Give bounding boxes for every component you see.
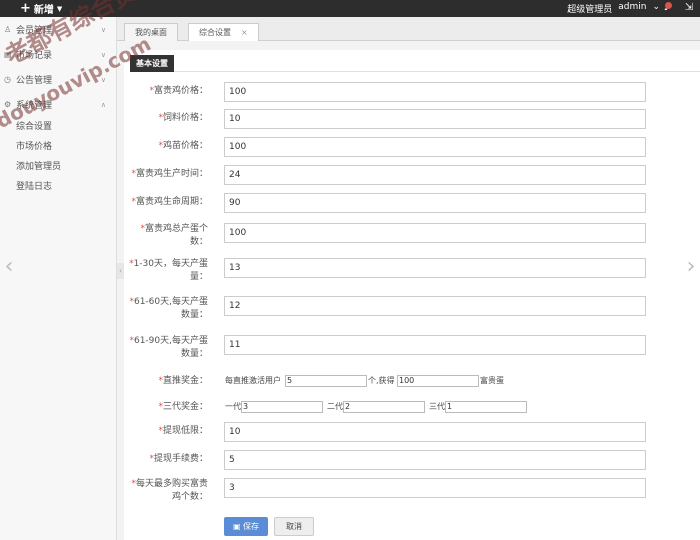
field-label: *每天最多购买富贵鸡个数： <box>131 479 208 502</box>
notification-badge <box>665 2 672 9</box>
tab-label: 综合设置 <box>199 28 231 37</box>
direct-users-input[interactable]: 5 <box>285 375 367 387</box>
chevron-up-icon: ∧ <box>100 100 106 109</box>
exit-icon[interactable]: ⇲ <box>682 2 696 14</box>
field-label: *61-60天,每天产蛋数量： <box>129 297 208 320</box>
plus-icon: + <box>20 1 31 16</box>
direct-bonus-suffix: 富贵蛋 <box>480 376 504 385</box>
submenu-add-admin[interactable]: 添加管理员 <box>0 157 116 177</box>
field-label: *富贵鸡总产蛋个数： <box>140 224 208 247</box>
chevron-down-icon: ∨ <box>100 25 106 34</box>
field-label: *61-90天,每天产蛋数量： <box>129 336 208 359</box>
section-header: 基本设置 <box>130 55 700 72</box>
field-label: *提现低限： <box>158 426 208 436</box>
user-name: admin <box>618 2 647 12</box>
submenu-market-price[interactable]: 市场价格 <box>0 137 116 157</box>
tab-general-settings[interactable]: 综合设置 × <box>188 23 259 41</box>
gen2-label: 二代 <box>327 402 343 411</box>
daily-max-input[interactable]: 3 <box>224 478 646 498</box>
save-button[interactable]: ▣ 保存 <box>224 517 268 536</box>
user-menu[interactable]: 超级管理员 admin ⌄ <box>567 2 660 15</box>
direct-bonus-middle: 个,获得 <box>368 376 395 385</box>
eggs-1-30-input[interactable]: 13 <box>224 258 646 278</box>
eggs-61-90-input[interactable]: 11 <box>224 335 646 355</box>
user-role: 超级管理员 <box>567 5 613 15</box>
bell-icon[interactable]: ♪ <box>660 2 674 14</box>
lifecycle-input[interactable]: 90 <box>224 193 646 213</box>
field-label: *1-30天，每天产蛋量： <box>129 259 208 282</box>
next-arrow-icon[interactable]: › <box>684 255 698 279</box>
field-label: *富贵鸡生产时间： <box>131 169 208 179</box>
gen3-label: 三代 <box>429 402 445 411</box>
save-icon: ▣ <box>232 522 244 531</box>
main-content: 基本设置 *富贵鸡价格： 100 *饲料价格： 10 *鸡苗价格： 100 *富… <box>124 50 700 540</box>
gen2-input[interactable]: 2 <box>343 401 425 413</box>
tab-bar: 我的桌面 综合设置 × <box>117 17 700 41</box>
chevron-down-icon: ⌄ <box>652 2 660 12</box>
feed-price-input[interactable]: 10 <box>224 109 646 129</box>
chick-price-input[interactable]: 100 <box>224 137 646 157</box>
field-label: *鸡苗价格： <box>158 141 208 151</box>
submenu-login-log[interactable]: 登陆日志 <box>0 177 116 197</box>
chicken-price-input[interactable]: 100 <box>224 82 646 102</box>
direct-bonus-prefix: 每直推激活用户 <box>225 376 281 385</box>
withdraw-fee-input[interactable]: 5 <box>224 450 646 470</box>
direct-reward-input[interactable]: 100 <box>397 375 479 387</box>
field-label: *提现手续费： <box>149 454 208 464</box>
field-label: *饲料价格： <box>158 113 208 123</box>
field-label: *直推奖金： <box>158 376 208 386</box>
cancel-button[interactable]: 取消 <box>274 517 314 536</box>
production-time-input[interactable]: 24 <box>224 165 646 185</box>
gen1-input[interactable]: 3 <box>241 401 323 413</box>
previous-arrow-icon[interactable]: ‹ <box>2 255 16 279</box>
eggs-61-60-input[interactable]: 12 <box>224 296 646 316</box>
field-label: *富贵鸡生命周期： <box>131 197 208 207</box>
gen1-label: 一代 <box>225 402 241 411</box>
sidebar-collapse-handle[interactable]: ‹ <box>117 263 124 279</box>
field-label: *富贵鸡价格： <box>149 86 208 96</box>
total-eggs-input[interactable]: 100 <box>224 223 646 243</box>
save-button-label: 保存 <box>243 522 260 531</box>
gen3-input[interactable]: 1 <box>445 401 527 413</box>
withdraw-min-input[interactable]: 10 <box>224 422 646 442</box>
close-icon[interactable]: × <box>241 28 248 37</box>
field-label: *三代奖金： <box>158 402 208 412</box>
clock-icon: ◷ <box>4 75 11 84</box>
